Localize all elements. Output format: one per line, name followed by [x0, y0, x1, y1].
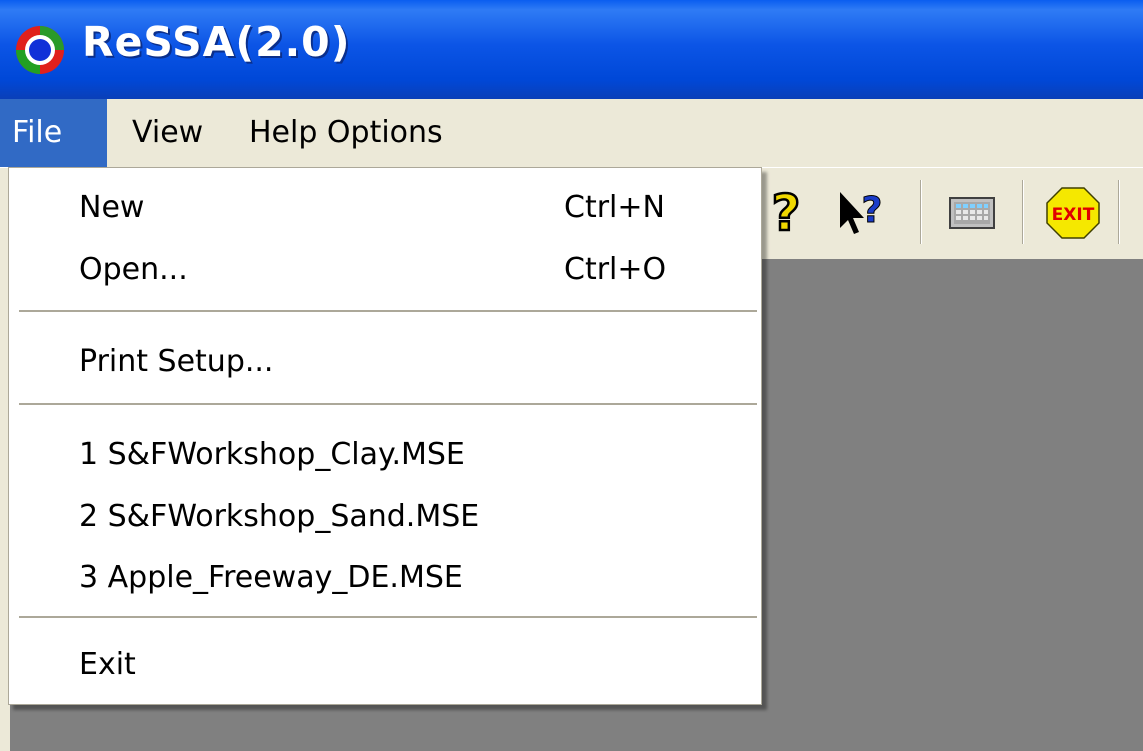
menu-help-options[interactable]: Help Options — [237, 99, 455, 167]
menu-separator — [19, 616, 757, 618]
menu-item-recent-file-1[interactable]: 1 S&FWorkshop_Clay.MSE — [9, 425, 761, 485]
menu-file[interactable]: File — [0, 99, 107, 167]
menu-item-label: Exit — [79, 647, 136, 682]
app-window: ReSSA(2.0) File View Help Options ? ? EX… — [0, 0, 1143, 751]
menu-item-exit[interactable]: Exit — [9, 635, 761, 695]
menu-item-open[interactable]: Open... Ctrl+O — [9, 240, 761, 300]
menu-item-new[interactable]: New Ctrl+N — [9, 178, 761, 238]
toolbar-separator — [1118, 180, 1120, 244]
menu-bar: File View Help Options — [0, 99, 1143, 167]
file-menu-dropdown: New Ctrl+N Open... Ctrl+O Print Setup...… — [8, 167, 762, 705]
toolbar-separator — [920, 180, 922, 244]
menu-item-label: Open... — [79, 252, 188, 287]
menu-item-shortcut: Ctrl+O — [564, 252, 667, 287]
context-help-icon[interactable]: ? — [826, 182, 886, 242]
svg-text:?: ? — [862, 190, 883, 231]
calculator-icon[interactable] — [942, 182, 1002, 242]
menu-item-print-setup[interactable]: Print Setup... — [9, 332, 761, 392]
menu-item-label: 3 Apple_Freeway_DE.MSE — [79, 560, 463, 595]
svg-text:?: ? — [771, 184, 800, 242]
menu-item-label: New — [79, 190, 145, 225]
menu-separator — [19, 310, 757, 312]
toolbar-separator — [1022, 180, 1024, 244]
help-question-icon[interactable]: ? — [756, 182, 816, 242]
menu-item-label: 2 S&FWorkshop_Sand.MSE — [79, 499, 480, 534]
exit-sign-label: EXIT — [1052, 205, 1095, 225]
menu-item-label: 1 S&FWorkshop_Clay.MSE — [79, 437, 465, 472]
menu-item-recent-file-2[interactable]: 2 S&FWorkshop_Sand.MSE — [9, 487, 761, 547]
title-bar[interactable]: ReSSA(2.0) — [0, 0, 1143, 99]
menu-item-shortcut: Ctrl+N — [564, 190, 665, 225]
menu-item-recent-file-3[interactable]: 3 Apple_Freeway_DE.MSE — [9, 548, 761, 608]
menu-separator — [19, 403, 757, 405]
exit-sign-icon[interactable]: EXIT — [1043, 182, 1103, 242]
menu-item-label: Print Setup... — [79, 344, 274, 379]
window-title: ReSSA(2.0) — [82, 18, 351, 66]
app-logo-icon — [16, 26, 64, 74]
menu-view[interactable]: View — [120, 99, 215, 167]
